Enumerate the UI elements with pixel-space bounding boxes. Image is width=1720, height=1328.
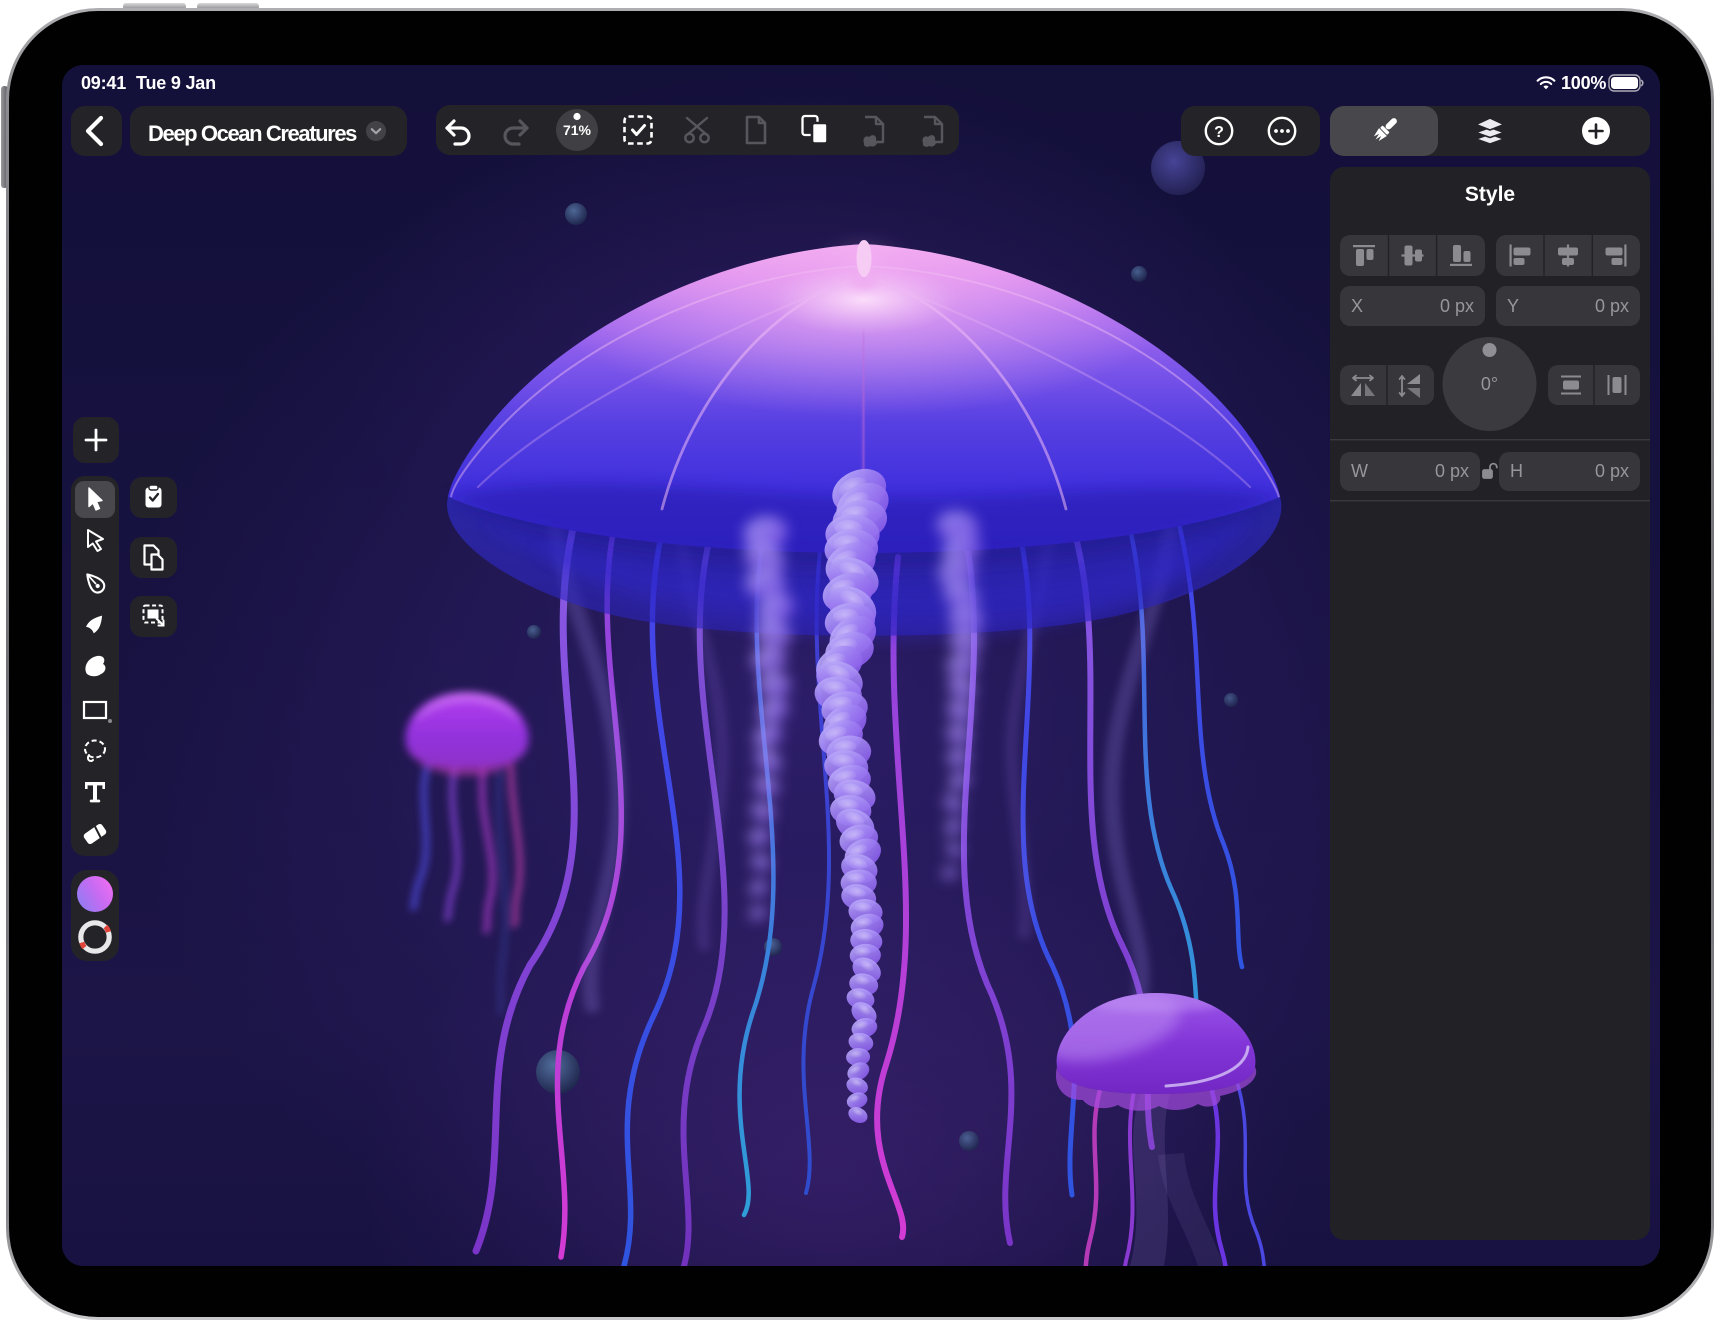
svg-text:0 px: 0 px xyxy=(1595,461,1629,481)
svg-text:?: ? xyxy=(1214,124,1224,141)
svg-text:0 px: 0 px xyxy=(1440,296,1474,316)
svg-text:H: H xyxy=(1510,461,1523,481)
svg-text:71%: 71% xyxy=(563,122,592,138)
svg-text:W: W xyxy=(1351,461,1368,481)
svg-text:0 px: 0 px xyxy=(1435,461,1469,481)
svg-text:0°: 0° xyxy=(1481,374,1498,394)
svg-text:0 px: 0 px xyxy=(1595,296,1629,316)
svg-text:X: X xyxy=(1351,296,1363,316)
svg-text:Y: Y xyxy=(1507,296,1519,316)
